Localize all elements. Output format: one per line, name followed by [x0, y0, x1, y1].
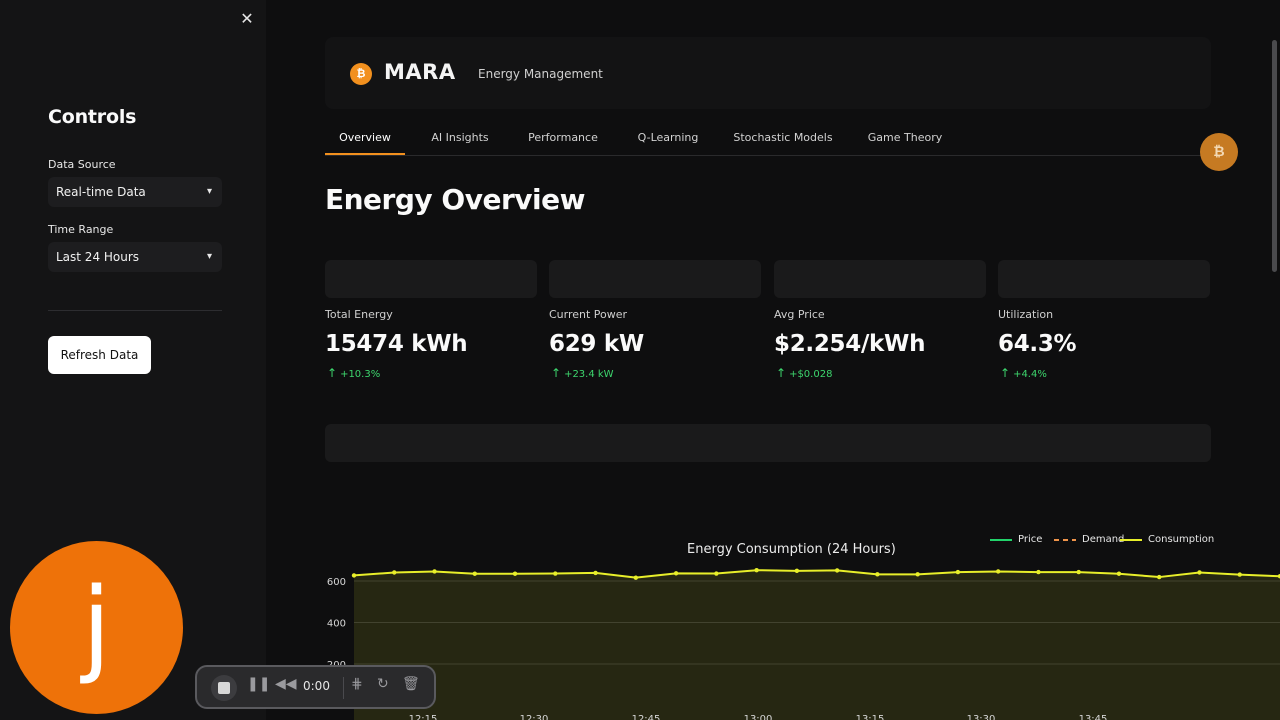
- time-range-value: Last 24 Hours: [56, 250, 140, 264]
- metric-value-total-energy: 15474 kWh: [325, 331, 468, 357]
- metric-placeholder-box: [549, 260, 761, 298]
- arrow-up-icon: ↑: [327, 366, 338, 380]
- consumption-point[interactable]: [673, 571, 679, 576]
- arrow-up-icon: ↑: [1000, 366, 1011, 380]
- consumption-point[interactable]: [955, 569, 961, 575]
- bitcoin-logo-icon: ₿: [350, 63, 372, 85]
- tab-bar: Overview AI Insights Performance Q-Learn…: [325, 124, 1211, 156]
- scrollbar[interactable]: [1272, 0, 1278, 720]
- chevron-down-icon: ▾: [206, 186, 212, 197]
- x-tick-label: 13:45: [1079, 714, 1108, 720]
- delta-text: +23.4 kW: [564, 369, 614, 380]
- bitcoin-floating-button[interactable]: ₿: [1200, 133, 1238, 171]
- consumption-point[interactable]: [714, 571, 719, 576]
- trash-icon[interactable]: 🗑: [402, 676, 420, 692]
- metric-placeholder-box: [325, 260, 537, 298]
- metric-label-utilization: Utilization: [998, 308, 1054, 321]
- metric-value-utilization: 64.3%: [998, 331, 1077, 357]
- consumption-point[interactable]: [472, 571, 477, 576]
- consumption-point[interactable]: [1116, 571, 1122, 576]
- sidebar-title: Controls: [48, 106, 137, 128]
- consumption-point[interactable]: [351, 573, 357, 578]
- restart-icon[interactable]: ↻: [377, 676, 389, 692]
- header-card: [325, 37, 1211, 109]
- rewind-icon[interactable]: ◀◀: [275, 676, 297, 692]
- recording-time: 0:00: [303, 679, 330, 693]
- data-source-label: Data Source: [48, 158, 116, 171]
- data-source-value: Real-time Data: [56, 185, 146, 199]
- metric-delta-utilization: ↑ +4.4%: [1000, 366, 1047, 380]
- tab-stochastic-models[interactable]: Stochastic Models: [733, 124, 833, 155]
- consumption-point[interactable]: [1036, 569, 1041, 575]
- tab-overview[interactable]: Overview: [325, 124, 405, 155]
- consumption-point[interactable]: [754, 568, 759, 573]
- consumption-area: [354, 570, 1280, 720]
- tab-game-theory[interactable]: Game Theory: [865, 124, 945, 155]
- metric-delta-avg-price: ↑ +$0.028: [776, 366, 832, 380]
- metric-delta-current-power: ↑ +23.4 kW: [551, 366, 614, 380]
- x-tick-label: 13:30: [967, 714, 996, 720]
- scrollbar-thumb[interactable]: [1272, 40, 1277, 272]
- screen-recorder-toolbar: ❚❚ ◀◀ 0:00 ⋕ ↻ 🗑: [195, 665, 436, 709]
- consumption-point[interactable]: [633, 575, 639, 580]
- sidebar-divider: [48, 310, 222, 311]
- data-source-select[interactable]: Real-time Data ▾: [48, 177, 222, 207]
- metric-delta-total-energy: ↑ +10.3%: [327, 366, 380, 380]
- consumption-point[interactable]: [1197, 570, 1202, 575]
- consumption-point[interactable]: [875, 572, 880, 577]
- toolbar-divider: [343, 677, 344, 699]
- metric-value-avg-price: $2.254/kWh: [774, 331, 926, 357]
- main-content: ₿ MARA Energy Management Overview AI Ins…: [266, 0, 1280, 720]
- consumption-point[interactable]: [1237, 572, 1242, 577]
- brand-name: MARA: [384, 60, 456, 84]
- x-tick-label: 12:45: [632, 714, 661, 720]
- chart-plot-svg: 20040060012:1512:3012:4513:0013:1513:301…: [327, 568, 1280, 720]
- close-icon[interactable]: ✕: [238, 10, 256, 28]
- x-tick-label: 13:15: [856, 714, 885, 720]
- avatar: j: [10, 541, 183, 714]
- pause-icon[interactable]: ❚❚: [247, 676, 270, 692]
- consumption-point[interactable]: [1076, 569, 1081, 575]
- tab-q-learning[interactable]: Q-Learning: [633, 124, 703, 155]
- consumption-point[interactable]: [553, 571, 558, 576]
- grid-icon[interactable]: ⋕: [351, 676, 363, 692]
- arrow-up-icon: ↑: [551, 366, 562, 380]
- consumption-point[interactable]: [593, 570, 598, 576]
- metric-label-avg-price: Avg Price: [774, 308, 825, 321]
- energy-consumption-chart: Energy Consumption (24 Hours) Price Dema…: [308, 525, 1280, 720]
- consumption-point[interactable]: [392, 570, 397, 575]
- stop-record-button[interactable]: [211, 675, 237, 701]
- refresh-data-button[interactable]: Refresh Data: [48, 336, 151, 374]
- consumption-point[interactable]: [794, 568, 800, 574]
- consumption-point[interactable]: [915, 572, 920, 577]
- delta-text: +10.3%: [340, 369, 381, 380]
- consumption-point[interactable]: [834, 568, 840, 573]
- arrow-up-icon: ↑: [776, 366, 787, 380]
- time-range-label: Time Range: [48, 223, 114, 236]
- x-tick-label: 12:30: [520, 714, 549, 720]
- tab-ai-insights[interactable]: AI Insights: [425, 124, 495, 155]
- consumption-point[interactable]: [432, 569, 437, 574]
- metric-value-current-power: 629 kW: [549, 331, 644, 357]
- brand-subtitle: Energy Management: [478, 67, 603, 81]
- metric-label-total-energy: Total Energy: [325, 308, 393, 321]
- metric-placeholder-box: [998, 260, 1210, 298]
- chart-placeholder-box: [325, 424, 1211, 462]
- y-tick-label: 600: [327, 577, 346, 588]
- delta-text: +4.4%: [1013, 369, 1047, 380]
- consumption-point[interactable]: [512, 571, 518, 576]
- tab-performance[interactable]: Performance: [523, 124, 603, 155]
- consumption-point[interactable]: [1157, 574, 1162, 580]
- x-tick-label: 13:00: [744, 714, 773, 720]
- time-range-select[interactable]: Last 24 Hours ▾: [48, 242, 222, 272]
- consumption-point[interactable]: [995, 569, 1001, 574]
- metric-label-current-power: Current Power: [549, 308, 628, 321]
- y-tick-label: 400: [327, 619, 346, 630]
- page-title: Energy Overview: [325, 183, 585, 216]
- metric-placeholder-box: [774, 260, 986, 298]
- chevron-down-icon: ▾: [206, 251, 212, 262]
- x-tick-label: 12:15: [409, 714, 438, 720]
- delta-text: +$0.028: [789, 369, 833, 380]
